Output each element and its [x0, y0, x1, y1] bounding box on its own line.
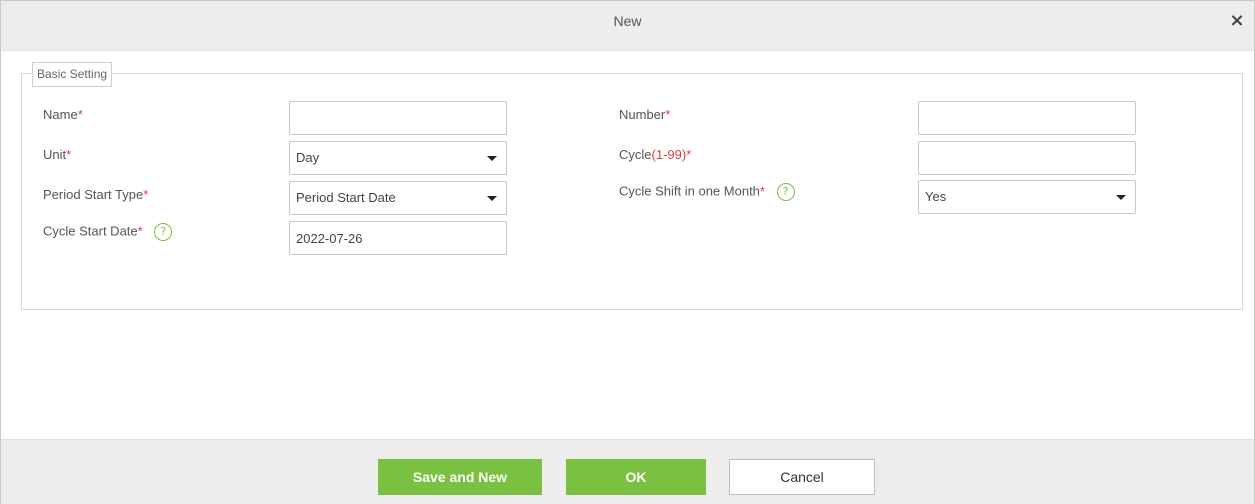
number-required-mark: * [665, 107, 671, 122]
cycle-shift-label-text: Cycle Shift in one Month [619, 183, 760, 199]
unit-select-value: Day [296, 150, 320, 165]
period-start-type-select-value: Period Start Date [296, 190, 396, 205]
cycle-shift-label: Cycle Shift in one Month* ? [619, 183, 795, 201]
cycle-shift-required-mark: * [759, 183, 765, 199]
cycle-shift-select-value: Yes [925, 189, 947, 204]
period-start-type-label: Period Start Type* [43, 187, 148, 202]
dialog-titlebar: New × [1, 1, 1254, 51]
period-start-type-label-text: Period Start Type [43, 187, 144, 202]
cycle-start-date-label-text: Cycle Start Date [43, 223, 138, 239]
name-required-mark: * [77, 107, 83, 122]
new-dialog: New × Basic Setting Name* Number* Unit* … [0, 0, 1255, 504]
cycle-start-date-required-mark: * [137, 223, 143, 239]
cycle-label: Cycle(1-99)* [619, 147, 691, 162]
cycle-required-mark: * [686, 147, 692, 162]
unit-label-text: Unit [43, 147, 67, 162]
period-start-type-select[interactable]: Period Start Date [289, 181, 507, 215]
number-input[interactable] [918, 101, 1136, 135]
cycle-label-text: Cycle [619, 147, 652, 162]
unit-required-mark: * [66, 147, 72, 162]
cycle-start-date-input[interactable] [289, 221, 507, 255]
dialog-title: New [613, 13, 642, 29]
cycle-start-date-label: Cycle Start Date* ? [43, 223, 173, 241]
name-label: Name* [43, 107, 83, 122]
cycle-range-text: (1-99) [651, 147, 687, 162]
help-icon[interactable]: ? [154, 223, 173, 241]
number-label: Number* [619, 107, 670, 122]
save-and-new-button[interactable]: Save and New [378, 459, 542, 495]
number-label-text: Number [619, 107, 666, 122]
basic-setting-legend: Basic Setting [32, 62, 113, 87]
chevron-down-icon [487, 156, 497, 161]
name-input[interactable] [289, 101, 507, 135]
close-icon[interactable]: × [1227, 11, 1247, 31]
chevron-down-icon [1116, 195, 1126, 200]
unit-label: Unit* [43, 147, 71, 162]
cancel-button[interactable]: Cancel [729, 459, 875, 495]
period-start-type-required-mark: * [143, 187, 149, 202]
ok-button[interactable]: OK [566, 459, 706, 495]
cycle-input[interactable] [918, 141, 1136, 175]
name-label-text: Name [43, 107, 78, 122]
chevron-down-icon [487, 196, 497, 201]
help-icon[interactable]: ? [776, 183, 795, 201]
unit-select[interactable]: Day [289, 141, 507, 175]
cycle-shift-select[interactable]: Yes [918, 180, 1136, 214]
dialog-footer: Save and New OK Cancel [1, 439, 1254, 504]
